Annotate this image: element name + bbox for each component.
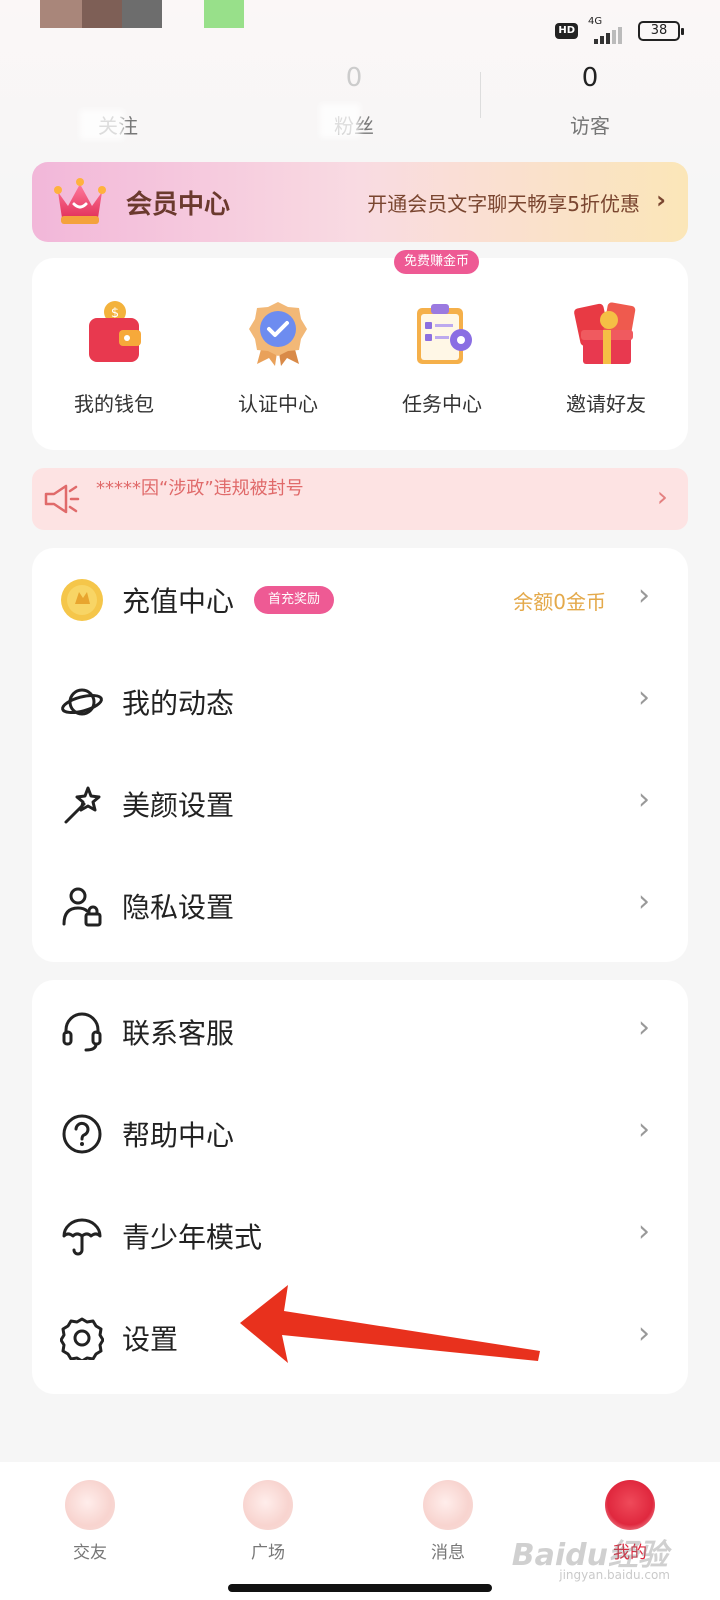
profile-stats: 关注 0 粉丝 0 访客	[0, 60, 720, 150]
hd-icon: HD	[555, 23, 578, 39]
menu-row-label: 隐私设置	[122, 891, 235, 924]
first-recharge-badge: 首充奖励	[254, 586, 335, 614]
planet-icon	[61, 688, 103, 716]
grid-item-label: 任务中心	[402, 392, 482, 416]
battery-icon: 38	[638, 21, 684, 41]
status-bar: HD 4G 38	[0, 0, 720, 60]
grid-item-label: 邀请好友	[566, 392, 646, 416]
help-circle-icon	[62, 1114, 102, 1154]
notice-text: *****因“涉政”违规被封号	[96, 478, 304, 499]
wallet-icon: $	[89, 301, 141, 362]
square-tab-icon	[243, 1480, 293, 1530]
magic-wand-icon	[64, 786, 101, 824]
menu-row-moments[interactable]: 我的动态 ›	[32, 650, 688, 754]
tab-friends[interactable]: 交友	[20, 1480, 160, 1563]
divider	[480, 72, 481, 118]
menu-row-label: 青少年模式	[122, 1221, 263, 1254]
tab-messages[interactable]: 消息	[378, 1480, 518, 1563]
notice-bar[interactable]: *****因“涉政”违规被封号 ›	[32, 468, 688, 530]
masked-region	[80, 110, 124, 140]
vip-center-banner[interactable]: 会员中心 开通会员文字聊天畅享5折优惠 ›	[32, 162, 688, 242]
gear-icon	[60, 1317, 104, 1360]
balance-value: 余额0金币	[513, 590, 606, 614]
stat-count: 0	[345, 63, 363, 93]
battery-level: 38	[650, 23, 668, 38]
menu-row-beauty[interactable]: 美颜设置 ›	[32, 752, 688, 856]
chevron-right-icon: ›	[638, 578, 650, 613]
tab-square[interactable]: 广场	[198, 1480, 338, 1563]
chevron-right-icon: ›	[638, 884, 650, 919]
menu-row-label: 美颜设置	[122, 789, 235, 822]
masked-region	[40, 0, 82, 28]
masked-region	[204, 0, 244, 28]
chevron-right-icon: ›	[638, 1214, 650, 1249]
stat-visitors[interactable]: 0 访客	[510, 60, 670, 139]
signal-icon: 4G	[586, 16, 630, 44]
free-coins-badge: 免费赚金币	[394, 250, 480, 274]
menu-row-label: 帮助中心	[122, 1119, 235, 1152]
rose-icon	[605, 1480, 655, 1530]
chevron-right-icon: ›	[638, 1010, 650, 1045]
menu-row-label: 充值中心	[122, 585, 235, 618]
watermark-url: jingyan.baidu.com	[559, 1568, 670, 1582]
verified-badge-icon	[249, 302, 307, 366]
menu-row-teen-mode[interactable]: 青少年模式 ›	[32, 1184, 688, 1288]
grid-item-verification[interactable]: 认证中心	[196, 298, 360, 417]
menu-row-label: 设置	[122, 1323, 179, 1356]
messages-tab-icon	[423, 1480, 473, 1530]
grid-item-invite[interactable]: 邀请好友	[524, 298, 688, 417]
chevron-right-icon: ›	[638, 680, 650, 715]
menu-card-primary: 充值中心 首充奖励 余额0金币 › 我的动态 › 美颜设置 › 隐私设置 ›	[32, 548, 688, 962]
gold-coin-icon	[61, 579, 103, 621]
annotation-arrow	[240, 1285, 540, 1363]
menu-row-label: 我的动态	[122, 687, 235, 720]
grid-item-tasks[interactable]: 任务中心	[360, 298, 524, 417]
grid-item-wallet[interactable]: $ 我的钱包	[32, 298, 196, 417]
umbrella-icon	[62, 1218, 102, 1256]
megaphone-icon	[44, 484, 80, 514]
stat-label: 访客	[570, 114, 610, 138]
chevron-right-icon: ›	[638, 1112, 650, 1147]
network-type: 4G	[588, 16, 603, 27]
masked-region	[320, 104, 360, 138]
chevron-right-icon: ›	[638, 782, 650, 817]
gift-box-icon	[574, 302, 636, 364]
feature-grid: 免费赚金币 $ 我的钱包 认证中心 任务中心 邀请好友	[32, 250, 688, 450]
menu-row-help[interactable]: 帮助中心 ›	[32, 1082, 688, 1186]
menu-row-privacy[interactable]: 隐私设置 ›	[32, 854, 688, 958]
menu-row-customer-service[interactable]: 联系客服 ›	[32, 980, 688, 1084]
task-clipboard-icon	[417, 304, 472, 364]
stat-count	[38, 60, 198, 96]
status-indicators: HD 4G 38	[555, 16, 684, 44]
user-lock-icon	[62, 887, 102, 927]
vip-promo-text: 开通会员文字聊天畅享5折优惠	[367, 192, 640, 216]
tab-label: 交友	[73, 1543, 107, 1563]
chevron-right-icon: ›	[656, 186, 666, 214]
home-indicator[interactable]	[228, 1584, 492, 1592]
tab-label: 消息	[431, 1543, 465, 1563]
masked-region	[122, 0, 162, 28]
menu-row-label: 联系客服	[122, 1017, 235, 1050]
vip-title: 会员中心	[126, 190, 231, 220]
chevron-right-icon: ›	[656, 480, 668, 513]
stat-count: 0	[581, 63, 599, 93]
menu-row-recharge[interactable]: 充值中心 首充奖励 余额0金币 ›	[32, 548, 688, 652]
friends-tab-icon	[65, 1480, 115, 1530]
grid-item-label: 我的钱包	[74, 392, 154, 416]
masked-region	[82, 0, 122, 28]
crown-icon	[54, 178, 106, 224]
grid-item-label: 认证中心	[238, 392, 318, 416]
headset-icon	[62, 1012, 102, 1052]
chevron-right-icon: ›	[638, 1316, 650, 1351]
tab-label: 广场	[251, 1543, 285, 1563]
